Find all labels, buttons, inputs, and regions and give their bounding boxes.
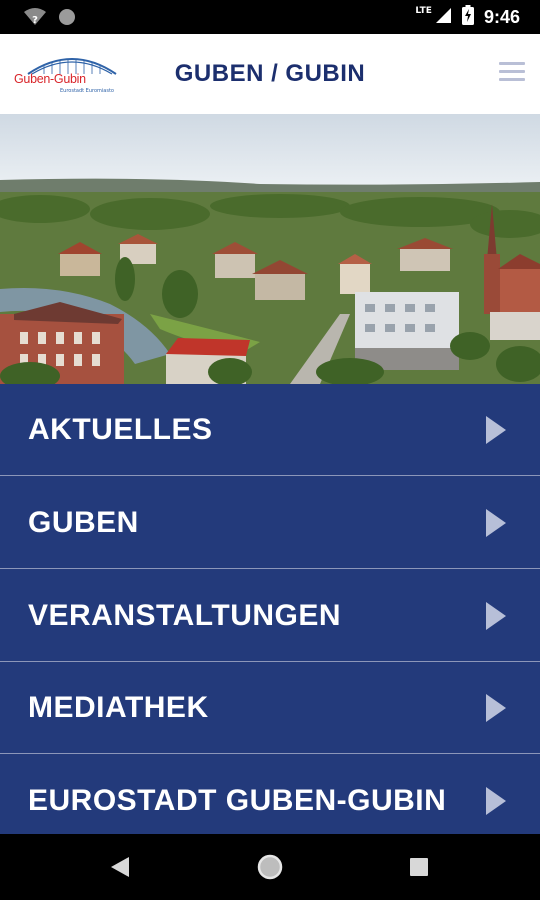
menu-item-guben[interactable]: GUBEN <box>0 477 540 569</box>
menu-item-label: EUROSTADT GUBEN-GUBIN <box>28 784 447 817</box>
menu-item-mediathek[interactable]: MEDIATHEK <box>0 662 540 754</box>
home-icon[interactable] <box>252 849 288 885</box>
menu-item-label: VERANSTALTUNGEN <box>28 599 342 632</box>
system-navigation-bar <box>0 834 540 900</box>
circle-notification-icon <box>58 8 76 30</box>
status-bar: ? LTE 9:46 <box>0 0 540 34</box>
chevron-right-icon <box>486 787 506 815</box>
menu-item-label: AKTUELLES <box>28 413 213 446</box>
page-title: GUBEN / GUBIN <box>174 60 366 87</box>
chevron-right-icon <box>486 416 506 444</box>
network-type-label: LTE <box>415 6 432 16</box>
logo-subtitle: Eurostadt Euromiasto <box>60 88 114 94</box>
recents-icon[interactable] <box>401 849 437 885</box>
chevron-right-icon <box>486 694 506 722</box>
logo-title: Guben-Gubin <box>14 72 86 86</box>
city-panorama-image <box>0 114 540 384</box>
main-menu: AKTUELLES GUBEN VERANSTALTUNGEN MEDIATHE… <box>0 384 540 834</box>
menu-item-label: MEDIATHEK <box>28 691 209 724</box>
chevron-right-icon <box>486 602 506 630</box>
app-bar: Guben-Gubin Eurostadt Euromiasto GUBEN /… <box>0 34 540 114</box>
wifi-question-icon: ? <box>24 8 46 30</box>
svg-text:?: ? <box>32 15 38 26</box>
menu-item-label: GUBEN <box>28 506 139 539</box>
clock: 9:46 <box>483 6 520 27</box>
back-icon[interactable] <box>102 849 138 885</box>
hamburger-menu-icon[interactable] <box>497 58 527 88</box>
menu-item-aktuelles[interactable]: AKTUELLES <box>0 384 540 476</box>
lte-signal-icon <box>434 6 452 28</box>
guben-gubin-logo[interactable]: Guben-Gubin Eurostadt Euromiasto <box>14 52 120 96</box>
battery-charging-icon <box>461 5 474 29</box>
menu-item-veranstaltungen[interactable]: VERANSTALTUNGEN <box>0 570 540 662</box>
chevron-right-icon <box>486 509 506 537</box>
